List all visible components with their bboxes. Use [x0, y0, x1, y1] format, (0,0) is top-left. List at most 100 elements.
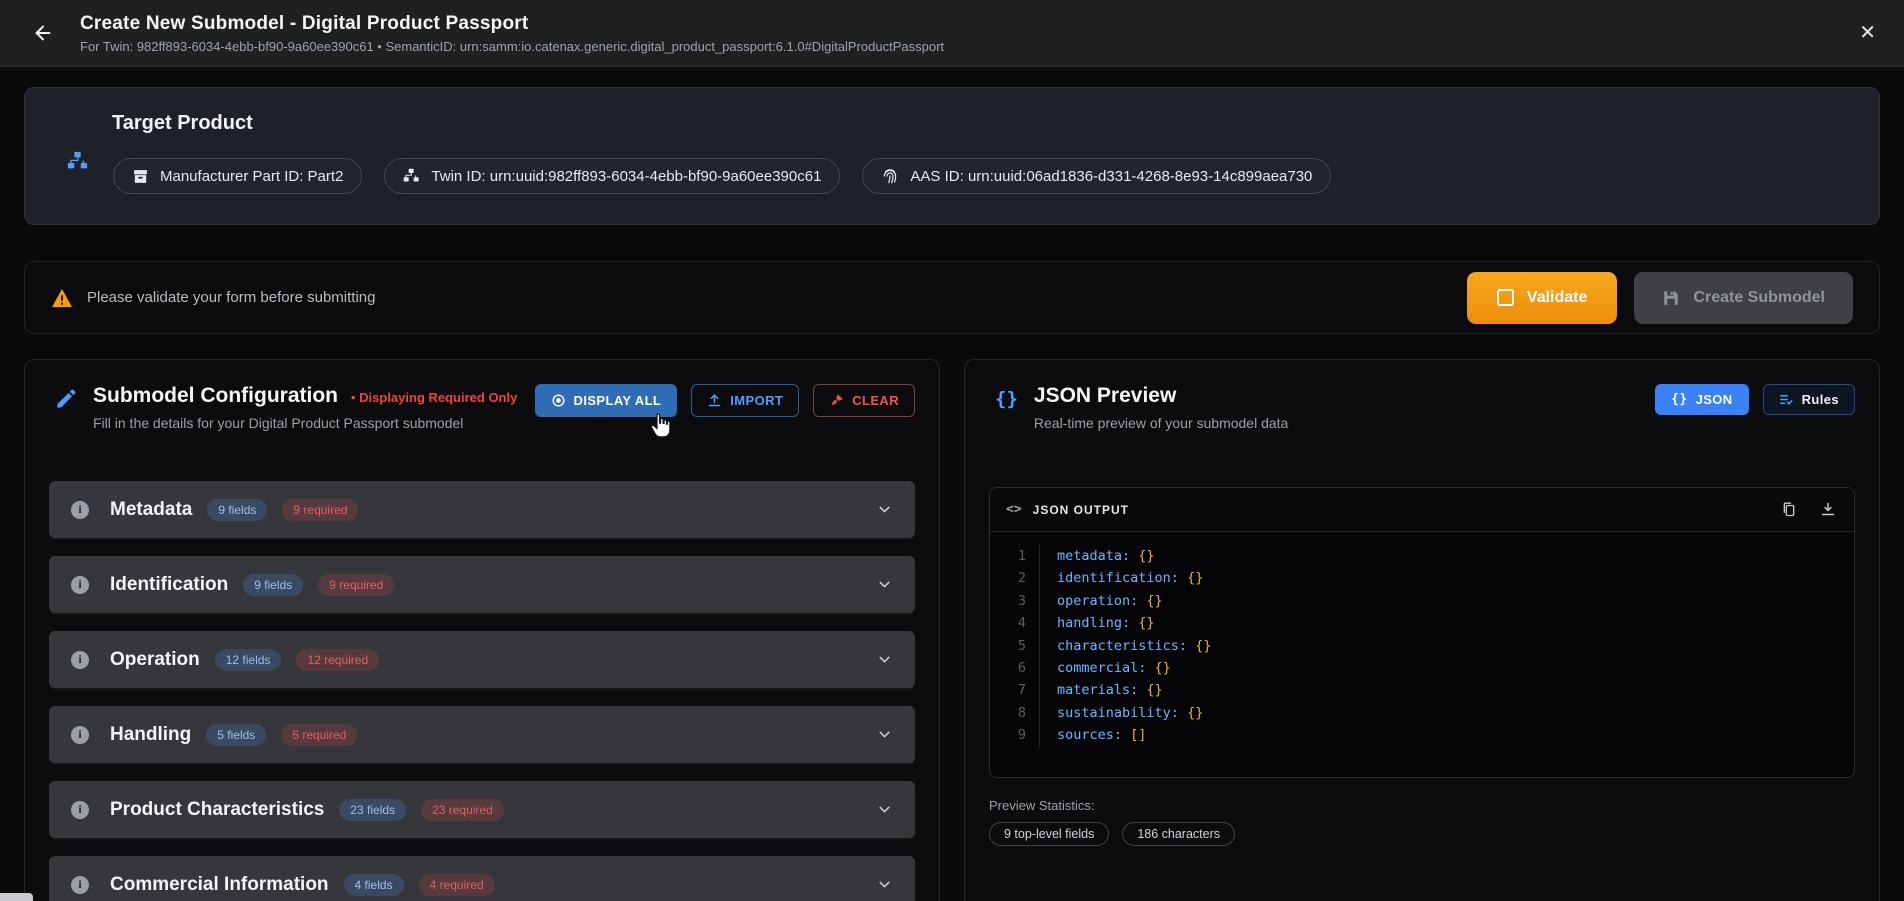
display-all-button-label: DISPLAY ALL: [574, 393, 662, 408]
clear-button[interactable]: CLEAR: [813, 384, 915, 417]
download-icon: [1820, 501, 1836, 518]
stat-top-level-fields: 9 top-level fields: [989, 822, 1109, 846]
fields-badge: 4 fields: [344, 874, 404, 896]
code-line: 3operation: {}: [990, 590, 1854, 612]
section-row-commercial-information[interactable]: i Commercial Information 4 fields 4 requ…: [49, 856, 915, 901]
sitemap-icon: [403, 168, 420, 185]
tab-rules[interactable]: Rules: [1763, 384, 1855, 415]
import-button-label: IMPORT: [730, 393, 783, 408]
section-title: Commercial Information: [110, 874, 329, 896]
chevron-down-icon: [876, 651, 893, 668]
required-badge: 4 required: [419, 874, 495, 896]
twin-id-chip: Twin ID: urn:uuid:982ff893-6034-4ebb-bf9…: [384, 158, 840, 194]
chevron-down-icon: [876, 801, 893, 818]
json-panel-title: JSON Preview: [1034, 384, 1176, 408]
section-row-operation[interactable]: i Operation 12 fields 12 required: [49, 631, 915, 688]
section-title: Identification: [110, 574, 228, 596]
fingerprint-icon: [881, 167, 899, 185]
close-icon: ✕: [1859, 22, 1876, 44]
section-row-metadata[interactable]: i Metadata 9 fields 9 required: [49, 481, 915, 538]
chevron-down-icon: [876, 501, 893, 518]
target-product-chips: Manufacturer Part ID: Part2 Twin ID: urn…: [113, 158, 1855, 194]
inventory-icon: [132, 168, 149, 185]
validation-message: Please validate your form before submitt…: [87, 289, 375, 306]
tab-json[interactable]: {} JSON: [1655, 384, 1748, 415]
json-panel-subtitle: Real-time preview of your submodel data: [1034, 415, 1288, 431]
save-icon: [1662, 289, 1680, 307]
stat-characters: 186 characters: [1122, 822, 1235, 846]
aas-id-chip: AAS ID: urn:uuid:06ad1836-d331-4268-8e93…: [862, 158, 1331, 194]
code-line: 9sources: []: [990, 724, 1854, 746]
section-accordion-list: i Metadata 9 fields 9 required i Identif…: [49, 481, 915, 901]
arrow-left-icon: [32, 22, 54, 44]
info-icon: i: [71, 651, 89, 669]
code-line: 1metadata: {}: [990, 545, 1854, 567]
chevron-down-icon: [876, 876, 893, 893]
chevron-down-icon: [876, 576, 893, 593]
section-title: Handling: [110, 724, 191, 746]
manufacturer-part-chip: Manufacturer Part ID: Part2: [113, 158, 362, 194]
close-button[interactable]: ✕: [1859, 23, 1876, 43]
section-title: Product Characteristics: [110, 799, 324, 821]
create-submodel-button[interactable]: Create Submodel: [1634, 272, 1853, 324]
code-icon: <>: [1006, 502, 1022, 517]
info-icon: i: [71, 726, 89, 744]
submodel-configuration-panel: Submodel Configuration • Displaying Requ…: [24, 359, 940, 901]
tab-rules-label: Rules: [1802, 392, 1839, 407]
section-row-handling[interactable]: i Handling 5 fields 5 required: [49, 706, 915, 763]
fields-badge: 9 fields: [207, 499, 267, 521]
target-product-title: Target Product: [112, 112, 1855, 135]
fields-badge: 23 fields: [339, 799, 406, 821]
modal-header: Create New Submodel - Digital Product Pa…: [0, 0, 1904, 67]
required-only-note: • Displaying Required Only: [351, 390, 517, 405]
pencil-icon: [55, 388, 77, 410]
chevron-down-icon: [876, 726, 893, 743]
copy-icon: [1781, 501, 1797, 518]
sitemap-accent-icon: [67, 151, 89, 173]
code-line: 4handling: {}: [990, 612, 1854, 634]
info-icon: i: [71, 576, 89, 594]
display-all-button[interactable]: DISPLAY ALL: [535, 384, 678, 417]
code-line: 6commercial: {}: [990, 657, 1854, 679]
required-badge: 23 required: [421, 799, 504, 821]
code-line: 5characteristics: {}: [990, 635, 1854, 657]
create-submodel-button-label: Create Submodel: [1693, 289, 1825, 307]
required-badge: 12 required: [296, 649, 379, 671]
info-icon: i: [71, 501, 89, 519]
required-badge: 5 required: [281, 724, 357, 746]
json-preview-panel: {} JSON Preview Real-time preview of you…: [964, 359, 1880, 901]
validation-bar: Please validate your form before submitt…: [24, 261, 1880, 334]
import-button[interactable]: IMPORT: [691, 384, 799, 417]
horizontal-scrollbar-thumb[interactable]: [0, 893, 33, 901]
validate-button[interactable]: Validate: [1467, 272, 1617, 324]
target-product-card: Target Product Manufacturer Part ID: Par…: [24, 87, 1880, 225]
info-icon: i: [71, 876, 89, 894]
required-badge: 9 required: [282, 499, 358, 521]
rules-checklist-icon: [1779, 392, 1794, 407]
form-panel-title: Submodel Configuration: [93, 384, 338, 408]
page-subtitle: For Twin: 982ff893-6034-4ebb-bf90-9a60ee…: [80, 39, 944, 54]
section-row-product-characteristics[interactable]: i Product Characteristics 23 fields 23 r…: [49, 781, 915, 838]
fields-badge: 12 fields: [215, 649, 282, 671]
section-row-identification[interactable]: i Identification 9 fields 9 required: [49, 556, 915, 613]
form-panel-subtitle: Fill in the details for your Digital Pro…: [93, 415, 517, 431]
manufacturer-part-chip-label: Manufacturer Part ID: Part2: [160, 168, 343, 185]
section-title: Metadata: [110, 499, 192, 521]
section-title: Operation: [110, 649, 200, 671]
copy-button[interactable]: [1779, 499, 1799, 520]
aas-id-chip-label: AAS ID: urn:uuid:06ad1836-d331-4268-8e93…: [910, 168, 1312, 185]
back-button[interactable]: [28, 18, 58, 48]
fields-badge: 9 fields: [243, 574, 303, 596]
checkbox-square-icon: [1497, 289, 1514, 306]
eye-icon: [551, 393, 566, 408]
upload-icon: [707, 393, 722, 408]
validate-button-label: Validate: [1527, 289, 1587, 307]
download-button[interactable]: [1818, 499, 1838, 520]
info-icon: i: [71, 801, 89, 819]
json-code-area: 1metadata: {} 2identification: {} 3opera…: [990, 532, 1854, 777]
fields-badge: 5 fields: [206, 724, 266, 746]
brush-icon: [829, 393, 844, 408]
required-badge: 9 required: [318, 574, 394, 596]
preview-statistics-label: Preview Statistics:: [989, 798, 1855, 813]
page-title: Create New Submodel - Digital Product Pa…: [80, 13, 944, 35]
